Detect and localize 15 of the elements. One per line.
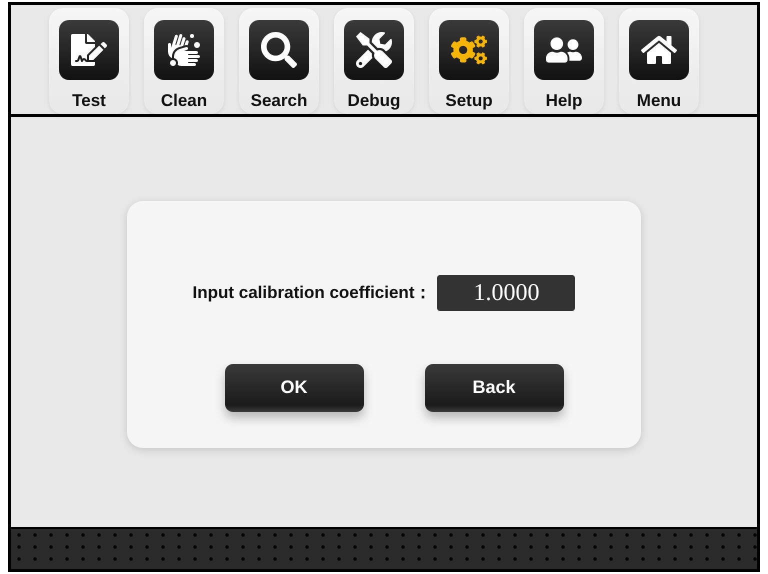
search-icon (261, 32, 297, 68)
toolbar-button[interactable]: Test (49, 8, 129, 114)
document-pen-icon (71, 32, 107, 68)
toolbar-button[interactable]: Clean (144, 8, 224, 114)
input-field[interactable]: 1.0000 (437, 274, 576, 310)
toolbar-button[interactable]: Menu (619, 8, 699, 114)
field-label: Input calibration coefficient： (192, 282, 432, 304)
toolbar-button[interactable]: Search (239, 8, 319, 114)
toolbar-button[interactable]: Debug (334, 8, 414, 114)
toolbar-button[interactable]: Setup (429, 8, 509, 114)
toolbar-button[interactable]: Help (524, 8, 604, 114)
ok-button[interactable]: OK (224, 364, 364, 412)
tools-icon (356, 32, 392, 68)
back-button[interactable]: Back (424, 364, 564, 412)
hands-washing-icon (166, 32, 202, 68)
